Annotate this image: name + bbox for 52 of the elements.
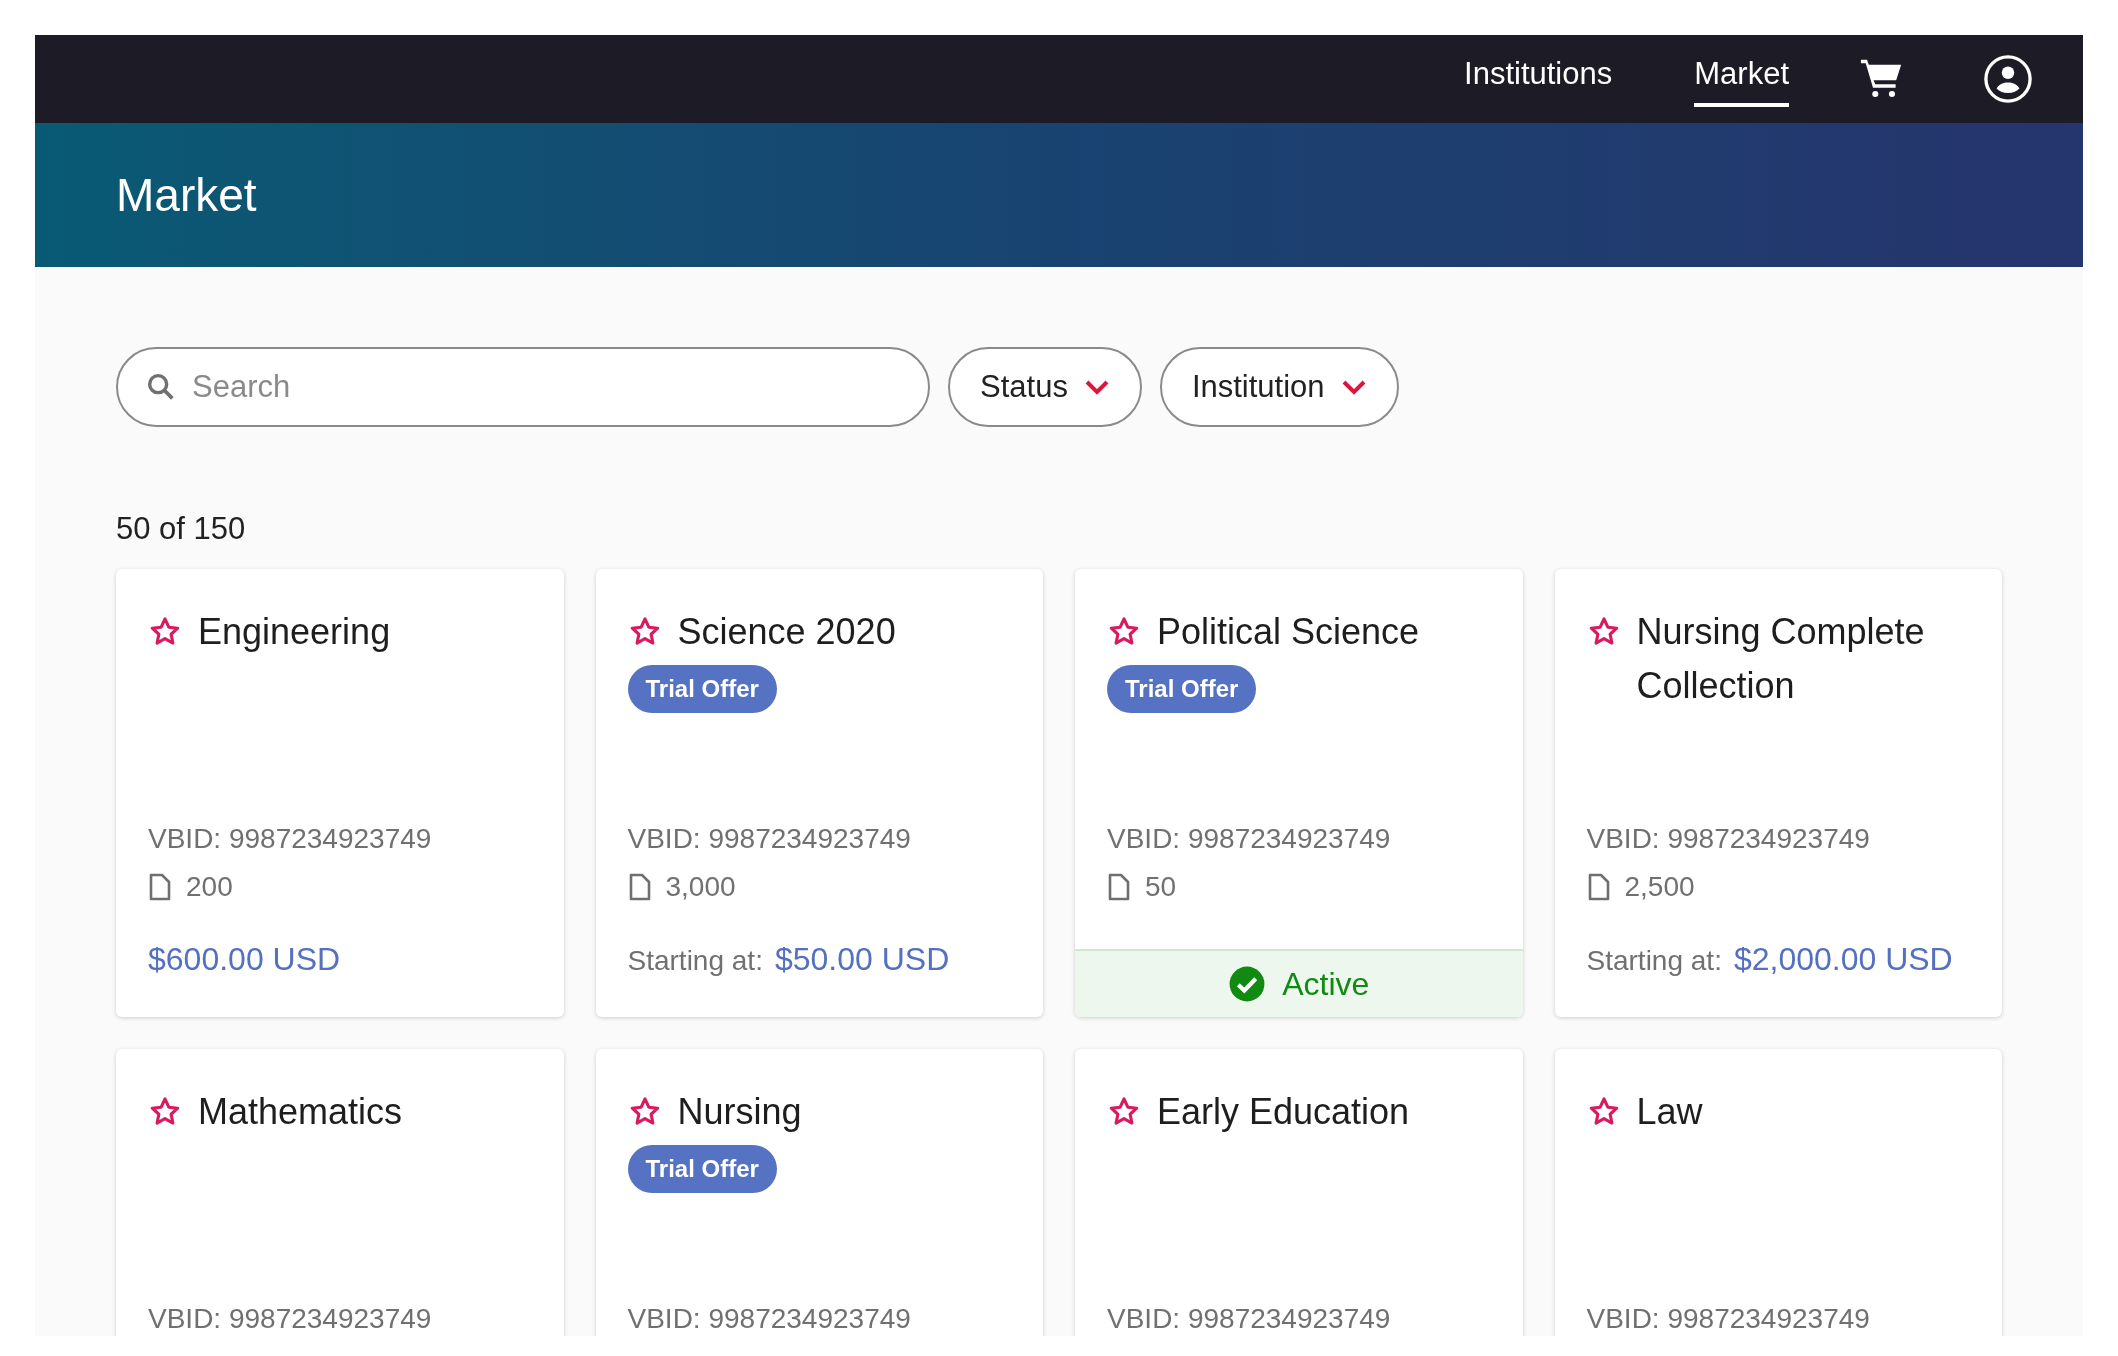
user-account-icon[interactable] [1983, 54, 2033, 104]
status-text: Active [1282, 965, 1370, 1004]
collection-card[interactable]: Engineering VBID: 9987234923749 200 $600.00 USD [116, 569, 564, 1017]
page-icon [1586, 873, 1611, 901]
page-count: 3,000 [665, 870, 736, 904]
check-circle-icon [1228, 965, 1267, 1003]
card-title: Law [1636, 1090, 1703, 1134]
vbid-text: VBID: 9987234923749 [1586, 822, 1871, 856]
vbid-text: VBID: 9987234923749 [1107, 1302, 1392, 1336]
vbid-text: VBID: 9987234923749 [148, 1302, 433, 1336]
collection-card[interactable]: Political Science Trial Offer VBID: 9987234923749 50 Active [1075, 569, 1523, 1017]
collection-card[interactable]: Mathematics VBID: 9987234923749 [116, 1049, 564, 1336]
collection-card[interactable]: Early Education VBID: 9987234923749 [1075, 1049, 1523, 1336]
card-title: Nursing [677, 1090, 802, 1134]
collection-card[interactable]: Science 2020 Trial Offer VBID: 9987234923749 3,000 Starting at: $50.00 USD [595, 569, 1043, 1017]
page-count: 50 [1145, 870, 1177, 904]
collection-card[interactable]: Nursing Complete Collection VBID: 9987234923749 2,500 Starting at: $2,000.00 USD [1554, 569, 2002, 1017]
price-label: Starting at: [1586, 944, 1722, 978]
card-title: Engineering [198, 610, 391, 654]
page-count: 200 [186, 870, 233, 904]
page-icon [148, 873, 172, 901]
card-title: Political Science [1157, 610, 1420, 654]
nav-link[interactable]: Market [1694, 50, 1789, 108]
nav-link[interactable]: Institutions [1464, 50, 1613, 108]
price: $50.00 USD [774, 940, 950, 979]
price-label: Starting at: [627, 944, 763, 978]
search-field[interactable]: Search [116, 347, 930, 427]
trial-offer-badge: Trial Offer [1107, 665, 1257, 713]
vbid-text: VBID: 9987234923749 [627, 1302, 912, 1336]
card-title: Early Education [1157, 1090, 1410, 1134]
vbid-text: VBID: 9987234923749 [148, 822, 433, 856]
result-count: 50 of 150 [116, 510, 247, 548]
page-icon [1107, 873, 1131, 901]
vbid-text: VBID: 9987234923749 [1586, 1302, 1871, 1336]
collection-card[interactable]: Nursing Trial Offer VBID: 9987234923749 [595, 1049, 1043, 1336]
collection-card[interactable]: Law VBID: 9987234923749 [1554, 1049, 2002, 1336]
page-icon [627, 873, 652, 901]
vbid-text: VBID: 9987234923749 [627, 822, 912, 856]
page-title: Market [116, 167, 257, 223]
chevron-down-icon [1340, 378, 1367, 396]
page-count: 2,500 [1624, 870, 1695, 904]
card-title: Science 2020 [677, 610, 896, 654]
price: $600.00 USD [148, 940, 341, 979]
card-title: Mathematics [198, 1090, 403, 1134]
card-title: Nursing Complete Collection [1636, 610, 1926, 708]
filter-dropdown[interactable]: Status [948, 347, 1142, 427]
price: $2,000.00 USD [1733, 940, 1953, 979]
filter-dropdown[interactable]: Institution [1159, 347, 1399, 427]
vbid-text: VBID: 9987234923749 [1107, 822, 1392, 856]
chevron-down-icon [1083, 378, 1110, 396]
trial-offer-badge: Trial Offer [627, 665, 777, 713]
trial-offer-badge: Trial Offer [627, 1145, 777, 1193]
